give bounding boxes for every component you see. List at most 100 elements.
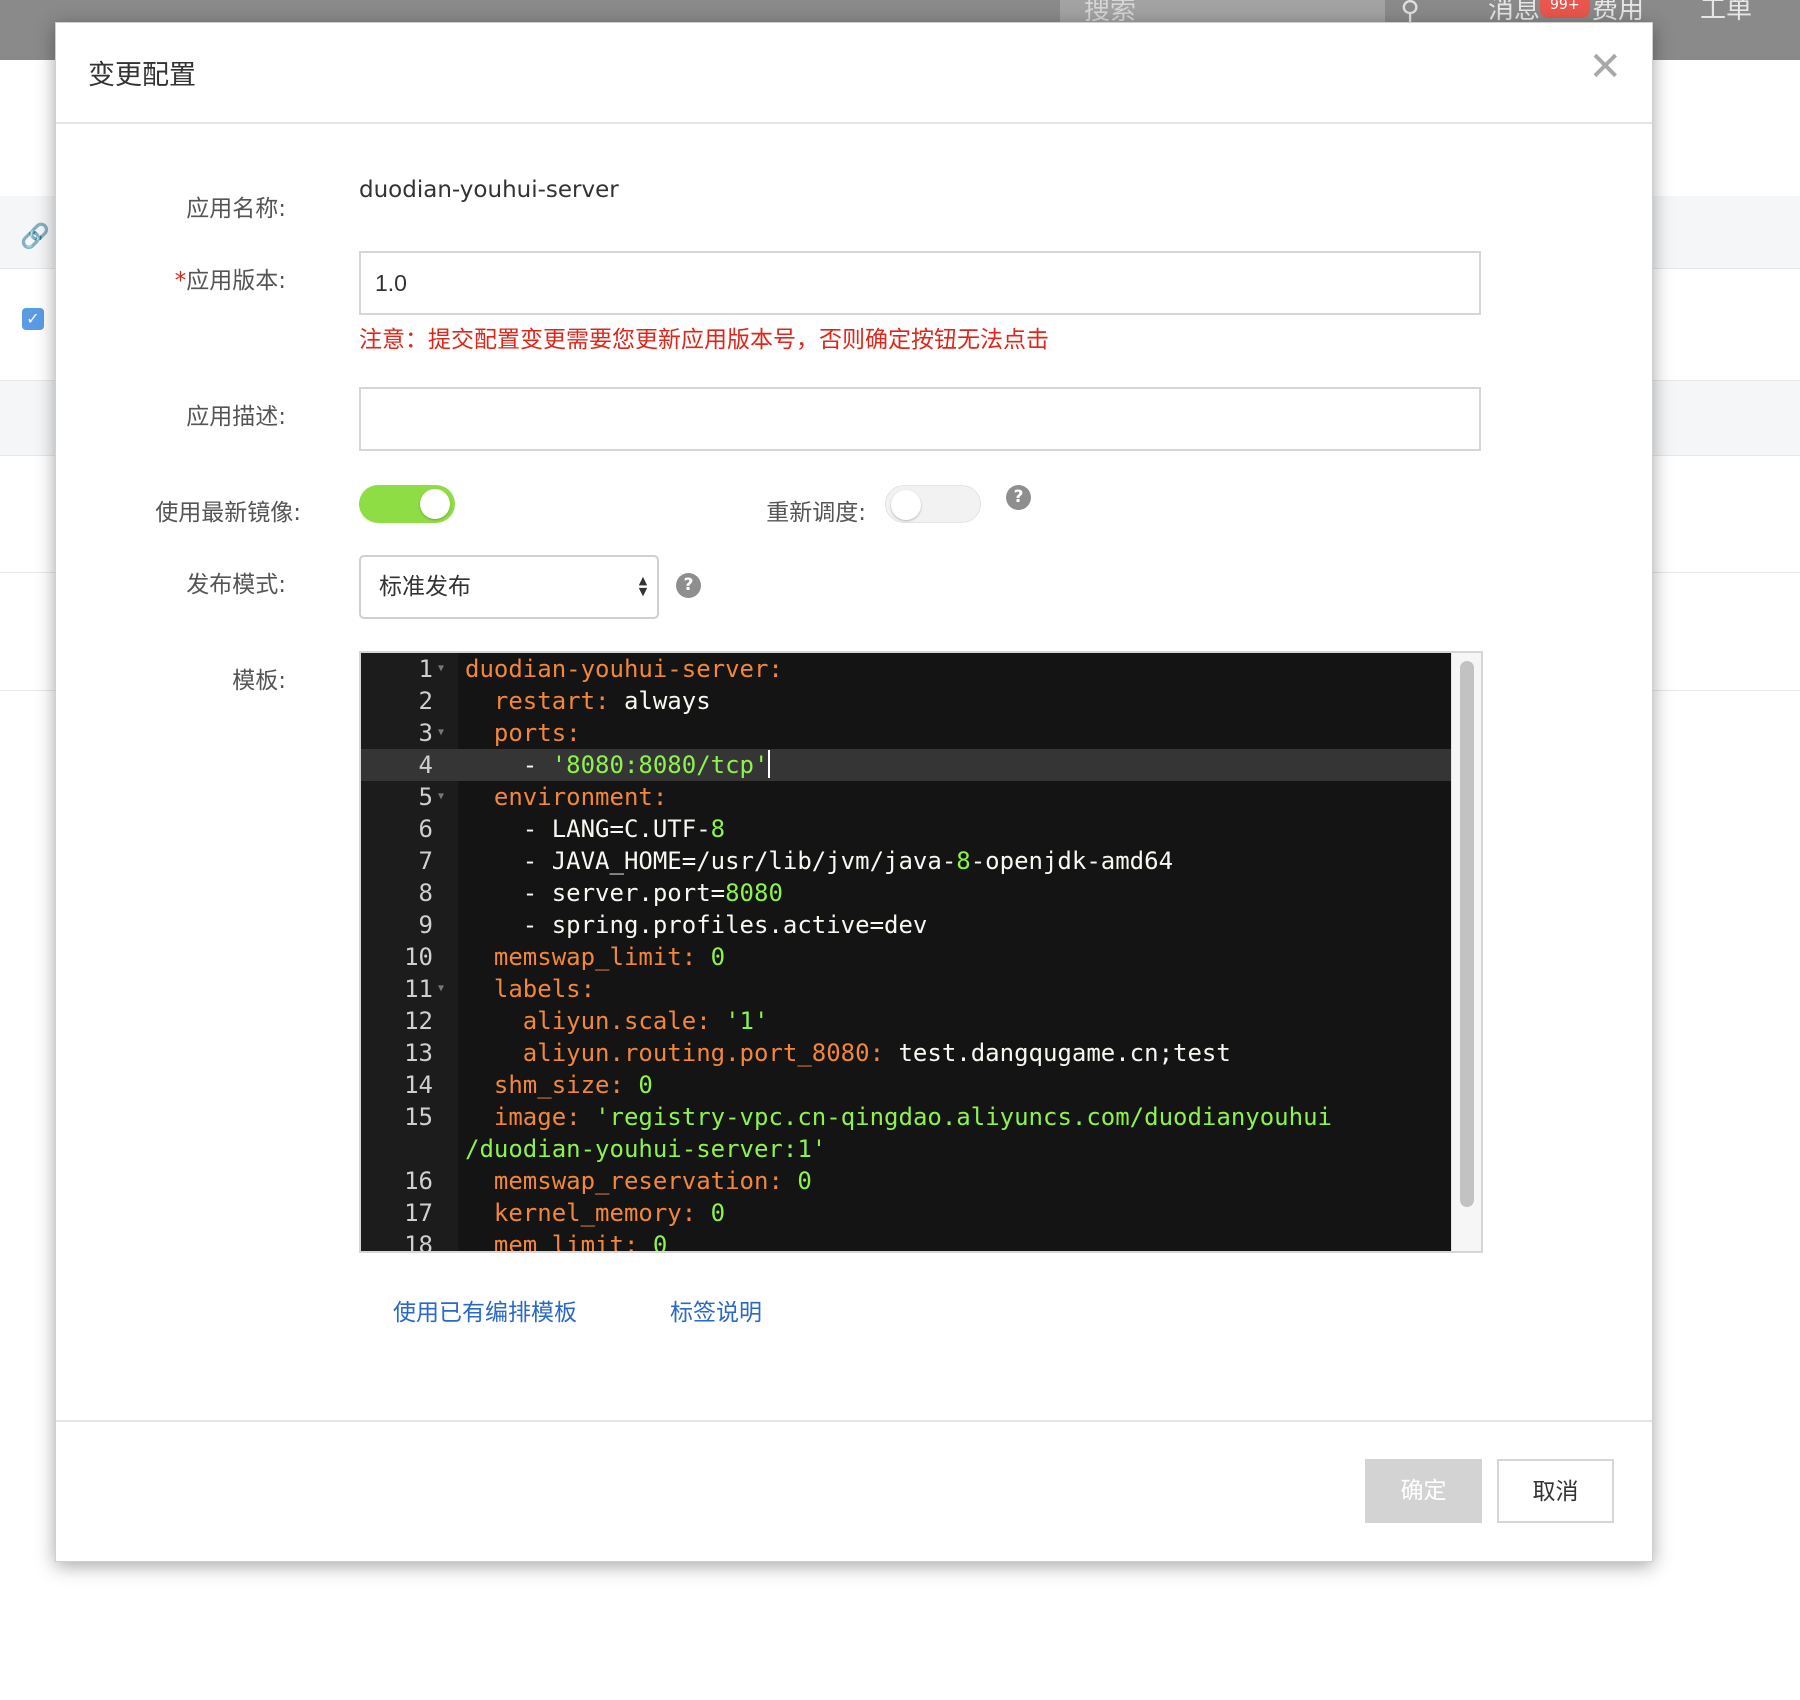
- code-line[interactable]: 1 ▼ duodian-youhui-server:: [361, 653, 1451, 685]
- fold-arrow-icon[interactable]: ▼: [438, 653, 444, 685]
- fold-arrow-icon[interactable]: ▼: [438, 973, 444, 1005]
- code-line[interactable]: 13 aliyun.routing.port_8080: test.dangqu…: [361, 1037, 1451, 1069]
- code-lines: 1 ▼ duodian-youhui-server: 2 restart: alway…: [361, 653, 1451, 1251]
- code-text: - '8080:8080/tcp': [465, 749, 771, 781]
- messages-count-badge: 99+: [1540, 0, 1590, 18]
- nav-billing[interactable]: 费用: [1592, 0, 1644, 22]
- code-token: '1': [725, 1007, 769, 1035]
- code-token: shm_size:: [493, 1071, 624, 1099]
- code-line[interactable]: 3 ▼ ports:: [361, 717, 1451, 749]
- code-line[interactable]: 9 - spring.profiles.active=dev: [361, 909, 1451, 941]
- code-token: 0: [710, 1199, 726, 1227]
- fold-arrow-icon[interactable]: ▼: [438, 781, 444, 813]
- code-line[interactable]: 5 ▼ environment:: [361, 781, 1451, 813]
- checkbox-checked-icon[interactable]: ✓: [22, 308, 44, 330]
- line-number: 9: [418, 911, 433, 939]
- code-line[interactable]: 10 memswap_limit: 0: [361, 941, 1451, 973]
- editor-scrollbar[interactable]: [1451, 653, 1481, 1251]
- cancel-button[interactable]: 取消: [1497, 1459, 1614, 1523]
- release-mode-select[interactable]: 标准发布 ▲ ▼: [359, 555, 659, 619]
- template-code-editor[interactable]: 1 ▼ duodian-youhui-server: 2 restart: alway…: [359, 651, 1483, 1253]
- code-text: /duodian-youhui-server:1': [465, 1133, 826, 1165]
- code-text: restart: always: [465, 685, 711, 717]
- code-line[interactable]: 16 memswap_reservation: 0: [361, 1165, 1451, 1197]
- code-token: kernel_memory:: [493, 1199, 697, 1227]
- line-number: 16: [404, 1167, 433, 1195]
- release-mode-label: 发布模式:: [186, 572, 286, 598]
- dialog-footer-divider: [56, 1420, 1652, 1422]
- code-token: 0: [638, 1071, 653, 1099]
- release-mode-selected-value: 标准发布: [379, 574, 471, 600]
- code-token: -openjdk-amd64: [970, 847, 1174, 875]
- app-version-input[interactable]: 1.0: [359, 251, 1481, 315]
- close-icon[interactable]: ✕: [1588, 45, 1622, 89]
- label-docs-link[interactable]: 标签说明: [670, 1293, 762, 1327]
- code-line[interactable]: /duodian-youhui-server:1': [361, 1133, 1451, 1165]
- code-area[interactable]: 1 ▼ duodian-youhui-server: 2 restart: alway…: [361, 653, 1451, 1251]
- line-number: 17: [404, 1199, 433, 1227]
- code-token: 'registry-vpc.cn-qingdao.aliyuncs.com/du…: [595, 1103, 1332, 1131]
- code-token: 0: [652, 1231, 668, 1251]
- code-line[interactable]: 18 mem_limit: 0: [361, 1229, 1451, 1251]
- use-latest-image-toggle[interactable]: [359, 485, 455, 523]
- code-text: aliyun.routing.port_8080: test.dangqugam…: [465, 1037, 1231, 1069]
- editor-scrollbar-thumb[interactable]: [1460, 661, 1474, 1207]
- app-description-input[interactable]: [359, 387, 1481, 451]
- code-token: aliyun.scale:: [522, 1007, 711, 1035]
- code-line[interactable]: 8 - server.port=8080: [361, 877, 1451, 909]
- code-token: -: [465, 751, 552, 779]
- dialog-header: 变更配置 ✕: [56, 23, 1652, 124]
- code-text: duodian-youhui-server:: [465, 653, 783, 685]
- use-existing-template-link[interactable]: 使用已有编排模板: [393, 1293, 577, 1327]
- code-token: image:: [493, 1103, 581, 1131]
- code-text: - server.port=8080: [465, 877, 783, 909]
- fold-arrow-icon[interactable]: ▼: [438, 717, 444, 749]
- code-line[interactable]: 4 - '8080:8080/tcp': [361, 749, 1451, 781]
- code-line[interactable]: 11 ▼ labels:: [361, 973, 1451, 1005]
- reschedule-toggle[interactable]: [885, 485, 981, 523]
- nav-messages[interactable]: 消息: [1488, 0, 1540, 22]
- code-line[interactable]: 7 - JAVA_HOME=/usr/lib/jvm/java-8-openjd…: [361, 845, 1451, 877]
- nav-tickets[interactable]: 工单: [1700, 0, 1752, 22]
- confirm-button[interactable]: 确定: [1365, 1459, 1482, 1523]
- line-number: 8: [418, 879, 433, 907]
- code-line[interactable]: 6 - LANG=C.UTF-8: [361, 813, 1451, 845]
- code-token: test.dangqugame.cn;test: [884, 1039, 1231, 1067]
- line-number: 7: [418, 847, 433, 875]
- code-token: '8080:8080/tcp': [551, 751, 769, 779]
- code-token: - spring.profiles.active=dev: [465, 911, 928, 939]
- line-number: 12: [404, 1007, 433, 1035]
- code-text: memswap_limit: 0: [465, 941, 725, 973]
- code-line[interactable]: 15 image: 'registry-vpc.cn-qingdao.aliyu…: [361, 1101, 1451, 1133]
- code-token: duodian-youhui-server:: [465, 655, 783, 683]
- code-text: shm_size: 0: [465, 1069, 653, 1101]
- code-token: memswap_reservation:: [493, 1167, 783, 1195]
- toggle-knob: [891, 490, 921, 520]
- line-number: 3: [418, 719, 433, 747]
- code-line[interactable]: 2 restart: always: [361, 685, 1451, 717]
- code-line[interactable]: 17 kernel_memory: 0: [361, 1197, 1451, 1229]
- question-circle-icon[interactable]: ?: [1006, 485, 1031, 510]
- code-line[interactable]: 14 shm_size: 0: [361, 1069, 1451, 1101]
- code-line[interactable]: 12 aliyun.scale: '1': [361, 1005, 1451, 1037]
- search-icon[interactable]: ⚲: [1385, 0, 1435, 22]
- line-number: 2: [418, 687, 433, 715]
- code-token: memswap_limit:: [493, 943, 697, 971]
- global-search-input[interactable]: 搜索: [1060, 0, 1385, 22]
- app-version-label-text: 应用版本:: [186, 268, 286, 294]
- code-token: aliyun.routing.port_8080:: [522, 1039, 885, 1067]
- question-circle-icon[interactable]: ?: [676, 573, 701, 598]
- template-label: 模板:: [232, 668, 286, 694]
